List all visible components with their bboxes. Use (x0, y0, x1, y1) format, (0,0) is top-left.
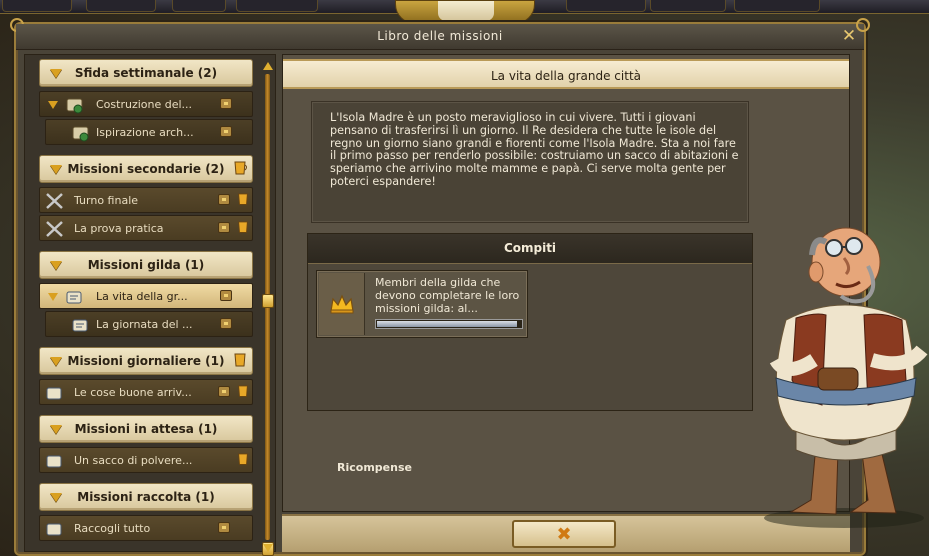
resource-slot (734, 0, 820, 12)
list-scrollbar[interactable] (262, 62, 274, 556)
chevron-down-icon (50, 69, 62, 78)
section-pending-quests[interactable]: Missioni in attesa (1) (39, 415, 253, 443)
close-icon[interactable]: ✕ (840, 27, 858, 45)
chest-icon (218, 222, 230, 233)
list-item[interactable]: Ispirazione arch... (45, 119, 253, 145)
cup-icon (238, 221, 248, 233)
scroll-pen-icon (46, 455, 62, 468)
task-progress-fill (377, 321, 517, 327)
game-screen: Libro delle missioni ✕ Sfida settimanale… (0, 0, 929, 556)
item-label: Le cose buone arriv... (74, 386, 192, 399)
chevron-down-icon (50, 261, 62, 270)
scroll-pen-icon (46, 387, 62, 400)
crossed-swords-icon (46, 193, 63, 209)
chest-icon (218, 194, 230, 205)
scroll-up-icon[interactable] (263, 62, 273, 70)
chest-icon (218, 386, 230, 397)
section-label: Missioni gilda (1) (87, 258, 205, 272)
list-item-selected[interactable]: La vita della gr... (39, 283, 253, 309)
scroll-map-icon (72, 126, 89, 142)
tasks-title: Compiti (503, 241, 557, 255)
resource-slot (566, 0, 646, 12)
task-progress-bar (375, 319, 523, 329)
item-label: Un sacco di polvere... (74, 454, 193, 467)
chevron-down-icon (50, 425, 62, 434)
list-item[interactable]: Raccogli tutto (39, 515, 253, 541)
section-label: Missioni in attesa (1) (74, 422, 218, 436)
resource-slot (2, 0, 72, 12)
task-icon-frame (319, 273, 365, 335)
rewards-label: Ricompense (337, 461, 412, 474)
quest-book-window: Libro delle missioni ✕ Sfida settimanale… (10, 18, 870, 556)
task-card: Membri della gilda che devono completare… (316, 270, 528, 338)
quest-title: La vita della grande città (490, 69, 642, 83)
cup-icon (238, 193, 248, 205)
confirm-x-icon: ✖ (556, 524, 572, 545)
chevron-down-icon (50, 357, 62, 366)
resource-slot (650, 0, 726, 12)
quest-description-box: L'Isola Madre è un posto meraviglioso in… (311, 101, 749, 223)
tasks-header: Compiti (308, 234, 752, 264)
section-guild-quests[interactable]: Missioni gilda (1) (39, 251, 253, 279)
confirm-button[interactable]: ✖ (512, 520, 616, 548)
chevron-down-icon (50, 493, 62, 502)
resource-slot (172, 0, 226, 12)
item-label: La giornata del ... (96, 318, 193, 331)
scroll-pen-icon (46, 523, 62, 536)
chevron-down-icon (48, 101, 58, 109)
resource-slot (236, 0, 318, 12)
top-hud (0, 0, 929, 24)
scroll-down-icon[interactable] (263, 544, 273, 552)
section-side-quests[interactable]: Missioni secondarie (2) (39, 155, 253, 183)
section-daily-quests[interactable]: Missioni giornaliere (1) (39, 347, 253, 375)
list-item[interactable]: Le cose buone arriv... (39, 379, 253, 405)
quest-book-icon[interactable] (395, 0, 535, 24)
title-bar: Libro delle missioni ✕ (16, 24, 864, 50)
cup-icon (234, 353, 246, 367)
list-item[interactable]: Turno finale (39, 187, 253, 213)
list-item[interactable]: Un sacco di polvere... (39, 447, 253, 473)
task-description: Membri della gilda che devono completare… (375, 276, 520, 315)
quest-description: L'Isola Madre è un posto meraviglioso in… (330, 111, 739, 188)
cup-icon (234, 161, 247, 175)
list-item[interactable]: La giornata del ... (45, 311, 253, 337)
chest-icon (220, 290, 232, 301)
crossed-swords-icon (46, 221, 63, 237)
item-label: Turno finale (74, 194, 139, 207)
scroll-pen-icon (72, 319, 88, 332)
chest-icon (220, 98, 232, 109)
chevron-down-icon (48, 293, 58, 301)
chest-icon (220, 318, 232, 329)
section-label: Sfida settimanale (2) (74, 66, 218, 80)
advisor-character-illustration (764, 227, 928, 528)
quest-title-bar: La vita della grande città (283, 59, 849, 89)
scroll-pen-icon (66, 291, 82, 304)
section-label: Missioni secondarie (2) (67, 162, 225, 176)
chevron-down-icon (50, 165, 62, 174)
section-label: Missioni raccolta (1) (77, 490, 215, 504)
cup-icon (238, 453, 248, 465)
chest-icon (218, 522, 230, 533)
item-label: La vita della gr... (96, 290, 188, 303)
scroll-thumb[interactable] (262, 294, 274, 308)
item-label: Raccogli tutto (74, 522, 151, 535)
item-label: La prova pratica (74, 222, 164, 235)
crown-icon (330, 294, 354, 314)
tasks-box: Compiti Membri della gilda che devono co… (307, 233, 753, 411)
section-collection-quests[interactable]: Missioni raccolta (1) (39, 483, 253, 511)
item-label: Ispirazione arch... (96, 126, 194, 139)
cup-icon (238, 385, 248, 397)
resource-slot (86, 0, 156, 12)
list-item[interactable]: La prova pratica (39, 215, 253, 241)
chest-icon (220, 126, 232, 137)
scroll-map-icon (66, 98, 83, 114)
item-label: Costruzione del... (96, 98, 193, 111)
quest-list: Sfida settimanale (2) Costruzione del...… (24, 54, 276, 552)
window-title: Libro delle missioni (377, 29, 503, 43)
section-label: Missioni giornaliere (1) (67, 354, 225, 368)
list-item[interactable]: Costruzione del... (39, 91, 253, 117)
section-weekly-challenge[interactable]: Sfida settimanale (2) (39, 59, 253, 87)
